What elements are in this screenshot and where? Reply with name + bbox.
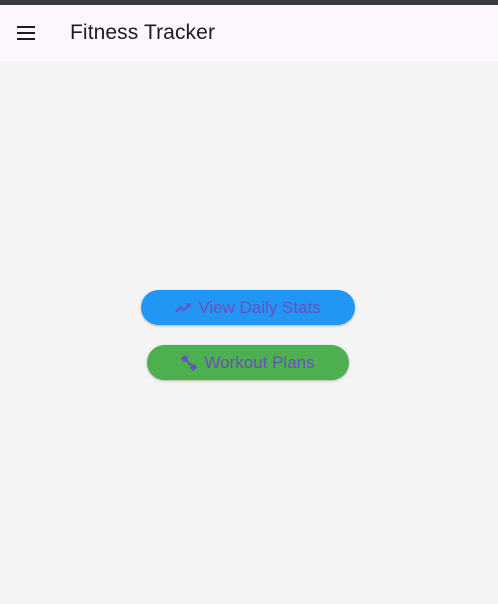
menu-button[interactable] [0,5,52,61]
view-daily-stats-label: View Daily Stats [198,297,321,317]
app-title: Fitness Tracker [70,21,216,44]
workout-plans-label: Workout Plans [204,352,315,372]
main-content: View Daily Stats Workout Plans [0,61,498,604]
workout-plans-button[interactable]: Workout Plans [147,345,349,380]
menu-icon [17,26,35,40]
app-bar: Fitness Tracker [0,5,498,61]
view-daily-stats-button[interactable]: View Daily Stats [141,290,355,325]
fitness-center-icon [181,354,198,371]
trending-up-icon [175,302,191,313]
